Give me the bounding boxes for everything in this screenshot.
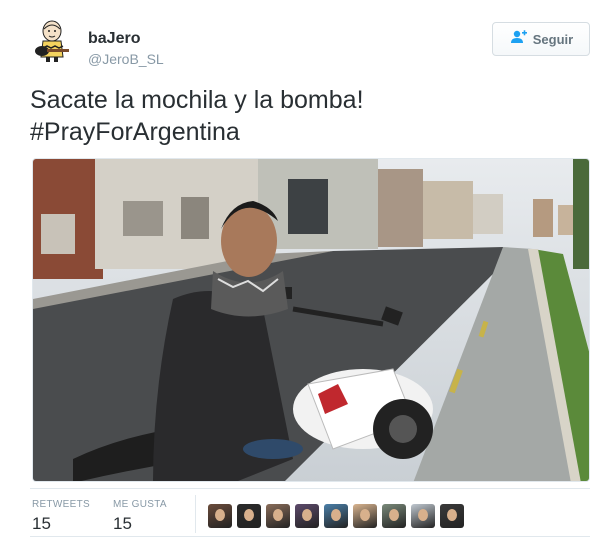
display-name[interactable]: baJero	[88, 30, 140, 48]
avatar-face	[418, 509, 428, 521]
tweet-photo[interactable]	[32, 158, 590, 482]
follow-label: Seguir	[532, 31, 574, 47]
liker-avatar[interactable]	[440, 504, 464, 528]
street-scene-image	[33, 159, 589, 481]
user-avatar[interactable]	[30, 17, 78, 65]
likes-count: 15	[113, 514, 132, 533]
tweet-text: Sacate la mochila y la bomba! #PrayForAr…	[30, 84, 590, 148]
liker-avatar[interactable]	[208, 504, 232, 528]
user-handle[interactable]: @JeroB_SL	[88, 51, 164, 67]
liker-avatar[interactable]	[237, 504, 261, 528]
liker-avatar[interactable]	[295, 504, 319, 528]
liker-avatar[interactable]	[324, 504, 348, 528]
retweets-label: RETWEETS	[32, 499, 90, 510]
avatar-face	[389, 509, 399, 521]
likes-label: ME GUSTA	[113, 499, 167, 510]
liker-avatar[interactable]	[382, 504, 406, 528]
divider	[30, 536, 590, 537]
avatar-face	[447, 509, 457, 521]
add-user-icon	[509, 29, 527, 49]
tweet-line: Sacate la mochila y la bomba!	[30, 86, 364, 114]
follow-button[interactable]: Seguir	[492, 22, 590, 56]
avatar-face	[244, 509, 254, 521]
avatar-face	[302, 509, 312, 521]
avatar-face	[215, 509, 225, 521]
liker-avatar[interactable]	[411, 504, 435, 528]
avatar-face	[331, 509, 341, 521]
liker-avatar[interactable]	[353, 504, 377, 528]
likes-stat[interactable]: ME GUSTA 15	[113, 499, 167, 534]
retweets-count: 15	[32, 514, 51, 533]
avatar-face	[360, 509, 370, 521]
stat-separator	[195, 495, 196, 533]
hashtag-link[interactable]: #PrayForArgentina	[30, 116, 590, 148]
divider	[30, 488, 590, 489]
liker-avatars	[208, 504, 464, 528]
avatar-face	[273, 509, 283, 521]
liker-avatar[interactable]	[266, 504, 290, 528]
retweets-stat[interactable]: RETWEETS 15	[32, 499, 90, 534]
